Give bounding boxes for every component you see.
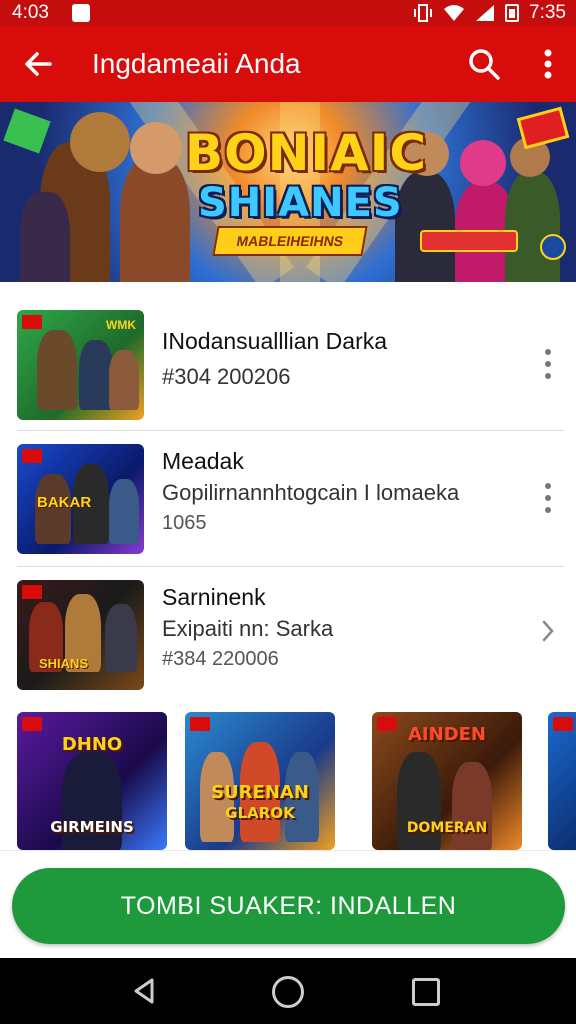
thumb-badge xyxy=(22,585,42,599)
more-options-icon[interactable] xyxy=(538,478,558,518)
thumb-label: BAKAR xyxy=(37,494,92,511)
nav-back-icon[interactable] xyxy=(130,976,160,1006)
status-time: 4:03 xyxy=(12,2,49,23)
app-meta-secondary: #384 220006 xyxy=(162,648,279,670)
app-name: Meadak xyxy=(162,448,244,474)
tile-title: AINDEN xyxy=(408,724,486,745)
thumb-label: WMK xyxy=(106,318,136,332)
game-tile[interactable]: AINDEN DOMERAN xyxy=(372,712,522,850)
banner-character xyxy=(505,172,560,282)
vibrate-icon xyxy=(414,4,433,22)
app-name: INodansualllian Darka xyxy=(162,328,388,354)
banner-character xyxy=(395,172,455,282)
banner-card xyxy=(516,106,570,150)
game-tiles: DHNO GIRMEINS SURENAN GLAROK AINDEN DOME… xyxy=(0,712,576,850)
tile-subtitle: GIRMEINS xyxy=(50,818,134,836)
featured-banner[interactable]: BONIAIC SHIANES MABLEIHEIHNS xyxy=(0,102,576,282)
thumb-badge xyxy=(553,717,573,731)
thumb-badge xyxy=(190,717,210,731)
thumb-badge xyxy=(22,717,42,731)
install-button[interactable]: TOMBI SUAKER: INDALLEN xyxy=(12,868,565,944)
status-icons: 7:35 xyxy=(413,2,566,24)
status-bar: 4:03 7:35 xyxy=(0,0,576,26)
thumb-badge xyxy=(22,315,42,329)
thumb-badge xyxy=(22,449,42,463)
more-options-icon[interactable] xyxy=(538,46,558,82)
tile-title: DHNO xyxy=(61,734,123,755)
banner-tag xyxy=(420,230,518,252)
page-title: Ingdameaii Anda xyxy=(92,48,301,79)
app-meta: Exipaiti nn: Sarka xyxy=(162,616,334,641)
game-tile[interactable] xyxy=(548,712,576,850)
app-thumbnail: BAKAR xyxy=(17,444,144,554)
nav-recents-icon[interactable] xyxy=(412,978,440,1006)
wifi-icon xyxy=(444,5,465,21)
app-thumbnail: WMK xyxy=(17,310,144,420)
app-name: Sarninenk xyxy=(162,584,266,610)
notification-icon xyxy=(72,4,90,22)
banner-title-line1: BONIAIC xyxy=(185,124,428,182)
status-time-right: 7:35 xyxy=(529,2,566,23)
battery-icon xyxy=(505,4,520,22)
list-item[interactable]: SHIANS Sarninenk Exipaiti nn: Sarka #384… xyxy=(0,566,576,696)
search-icon[interactable] xyxy=(466,46,502,82)
signal-icon xyxy=(476,5,495,21)
banner-character-head xyxy=(130,122,182,174)
list-item[interactable]: BAKAR Meadak Gopilirnannhtogcain I lomae… xyxy=(0,430,576,560)
banner-badge xyxy=(540,234,566,260)
app-bar: Ingdameaii Anda xyxy=(0,26,576,102)
app-meta-secondary: 1065 xyxy=(162,512,207,534)
back-arrow-icon[interactable] xyxy=(20,46,56,82)
system-nav-bar xyxy=(0,958,576,1024)
chevron-right-icon[interactable] xyxy=(538,616,558,646)
nav-home-icon[interactable] xyxy=(272,976,304,1008)
more-options-icon[interactable] xyxy=(538,344,558,384)
app-meta: #304 200206 xyxy=(162,364,291,389)
thumb-label: SHIANS xyxy=(39,656,89,671)
game-tile[interactable]: SURENAN GLAROK xyxy=(185,712,335,850)
banner-ribbon: MABLEIHEIHNS xyxy=(212,226,368,256)
banner-character xyxy=(120,157,190,282)
app-meta: Gopilirnannhtogcain I lomaeka xyxy=(162,480,460,505)
banner-title-line2: SHIANES xyxy=(198,180,403,226)
tile-subtitle: GLAROK xyxy=(225,804,295,822)
game-tile[interactable]: DHNO GIRMEINS xyxy=(17,712,167,850)
banner-gem xyxy=(3,108,51,154)
tile-subtitle: DOMERAN xyxy=(406,820,488,836)
banner-character xyxy=(20,192,70,282)
banner-character-head xyxy=(70,112,130,172)
tile-title: SURENAN xyxy=(211,782,309,803)
banner-character-head xyxy=(460,140,506,186)
app-thumbnail: SHIANS xyxy=(17,580,144,690)
list-item[interactable]: WMK INodansualllian Darka #304 200206 xyxy=(0,296,576,426)
